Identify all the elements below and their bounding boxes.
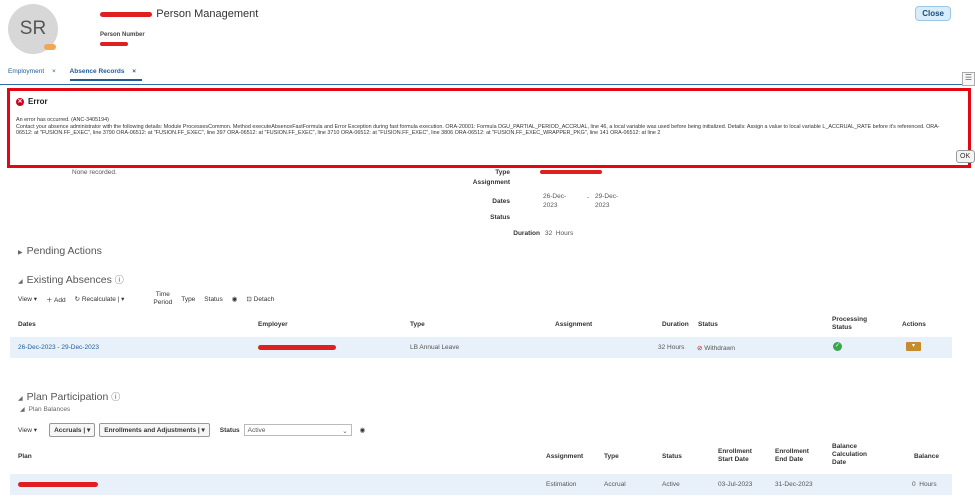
col-duration[interactable]: Duration <box>662 321 689 328</box>
plan-toolbar: View ▾ Accruals | ▾ Enrollments and Adju… <box>18 423 365 437</box>
error-message: An error has occurred. (ANC-3405194) <box>16 117 109 123</box>
page-title-row: Person Management <box>100 8 258 20</box>
plan-view-menu[interactable]: View ▾ <box>18 426 37 434</box>
status-filter[interactable]: Status <box>204 296 222 303</box>
plan-status: Active <box>662 481 680 488</box>
col-enrollment-start[interactable]: Enrollment Start Date <box>718 448 763 464</box>
plan-balance: 0 Hours <box>912 481 937 488</box>
col-assignment[interactable]: Assignment <box>555 321 592 328</box>
processing-complete-icon: ✓ <box>833 342 842 351</box>
col-employer[interactable]: Employer <box>258 321 288 328</box>
tab-absence-records[interactable]: Absence Records × <box>69 68 143 81</box>
enrollments-button[interactable]: Enrollments and Adjustments | ▾ <box>99 423 210 437</box>
plan-status-label: Status <box>219 426 240 434</box>
col-dates[interactable]: Dates <box>18 321 36 328</box>
tab-divider <box>0 84 962 85</box>
tab-bar: Employment × Absence Records × <box>8 68 148 81</box>
expand-triangle-icon[interactable]: ▶ <box>18 250 23 256</box>
duration-value: 32 Hours <box>545 230 574 237</box>
plan-enrollment-start: 03-Jul-2023 <box>718 481 753 488</box>
col-processing-status[interactable]: Processing Status <box>832 316 877 332</box>
type-label: Type <box>495 169 510 176</box>
close-button[interactable]: Close <box>915 6 951 21</box>
absences-toolbar: View ▾ ＋ Add ↻ Recalculate | ▾ Time Perio… <box>18 289 274 309</box>
assignment-label: Assignment <box>472 179 510 186</box>
col-status[interactable]: Status <box>698 321 718 328</box>
absence-dates-link[interactable]: 26-Dec-2023 - 29-Dec-2023 <box>18 344 99 351</box>
plan-participation-section[interactable]: ◢ Plan Participation ⓘ <box>18 390 120 403</box>
collapse-triangle-icon[interactable]: ◢ <box>18 279 23 285</box>
pending-actions-section[interactable]: ▶ Pending Actions <box>18 245 102 257</box>
filter-clear-icon[interactable]: ◉ <box>360 426 366 434</box>
avatar-status-badge <box>44 44 56 50</box>
collapse-triangle-icon[interactable]: ◢ <box>20 407 25 413</box>
ok-button[interactable]: OK <box>956 150 975 163</box>
plan-type: Accrual <box>604 481 626 488</box>
col-balance-calculation-date[interactable]: Balance Calculation Date <box>832 443 882 467</box>
tab-employment[interactable]: Employment × <box>8 68 62 75</box>
error-dialog: ✕ Error An error has occurred. (ANC-3405… <box>7 88 971 168</box>
filter-clear-icon[interactable]: ◉ <box>232 295 238 303</box>
absence-duration: 32 Hours <box>658 344 685 351</box>
date-separator: - <box>587 194 590 201</box>
error-title: Error <box>28 97 48 106</box>
plan-enrollment-end: 31-Dec-2023 <box>775 481 813 488</box>
duration-label: Duration <box>513 230 540 237</box>
recalculate-button[interactable]: ↻ Recalculate | ▾ <box>75 295 125 303</box>
error-header: ✕ Error <box>16 97 48 106</box>
person-number-label: Person Number <box>100 32 145 38</box>
redacted-person-number <box>100 42 128 46</box>
view-menu[interactable]: View ▾ <box>18 295 37 303</box>
actions-menu-button[interactable]: ▾ <box>906 342 921 351</box>
table-row[interactable] <box>10 337 952 358</box>
none-recorded-text: None recorded. <box>72 169 117 176</box>
detach-button[interactable]: ⊡ Detach <box>246 295 274 303</box>
collapse-triangle-icon[interactable]: ◢ <box>18 396 23 402</box>
absence-status: ⊘ Withdrawn <box>697 345 735 352</box>
page-title: Person Management <box>156 8 259 20</box>
error-details: Contact your absence administrator with … <box>16 123 940 137</box>
col-enrollment-end[interactable]: Enrollment End Date <box>775 448 820 464</box>
plan-assignment: Estimation <box>546 481 577 488</box>
close-tab-icon[interactable]: × <box>52 68 56 75</box>
redacted-type <box>540 170 602 174</box>
dates-label: Dates <box>492 198 510 205</box>
absence-type: LB Annual Leave <box>410 344 460 351</box>
redacted-employer <box>258 345 336 350</box>
redacted-plan-name[interactable] <box>18 482 98 487</box>
avatar-initials: SR <box>19 18 47 39</box>
col-plan-type[interactable]: Type <box>604 453 619 460</box>
date-end: 29-Dec- 2023 <box>595 193 619 209</box>
error-icon: ✕ <box>16 97 24 106</box>
col-plan[interactable]: Plan <box>18 453 32 460</box>
help-icon[interactable]: ⓘ <box>111 392 120 402</box>
plan-status-select[interactable]: Active ⌄ <box>243 424 352 436</box>
plan-balances-subsection[interactable]: ◢ Plan Balances <box>20 406 70 413</box>
col-plan-assignment[interactable]: Assignment <box>546 453 583 460</box>
type-filter[interactable]: Type <box>181 296 195 303</box>
col-actions[interactable]: Actions <box>902 321 926 328</box>
add-button[interactable]: ＋ Add <box>46 294 66 304</box>
accruals-button[interactable]: Accruals | ▾ <box>49 423 96 437</box>
redacted-name <box>100 12 152 18</box>
withdrawn-icon: ⊘ <box>697 345 703 352</box>
panel-toggle-icon[interactable]: ☰ <box>962 72 975 86</box>
error-body: An error has occurred. (ANC-3405194) Con… <box>16 117 951 137</box>
status-label: Status <box>490 214 510 221</box>
col-type[interactable]: Type <box>410 321 425 328</box>
existing-absences-section[interactable]: ◢ Existing Absences ⓘ <box>18 273 124 286</box>
close-tab-icon[interactable]: × <box>132 68 136 75</box>
col-plan-status[interactable]: Status <box>662 453 682 460</box>
date-start: 26-Dec- 2023 <box>543 193 567 209</box>
time-period-filter[interactable]: Time Period <box>153 291 172 307</box>
col-balance[interactable]: Balance <box>914 453 939 460</box>
help-icon[interactable]: ⓘ <box>115 275 124 285</box>
